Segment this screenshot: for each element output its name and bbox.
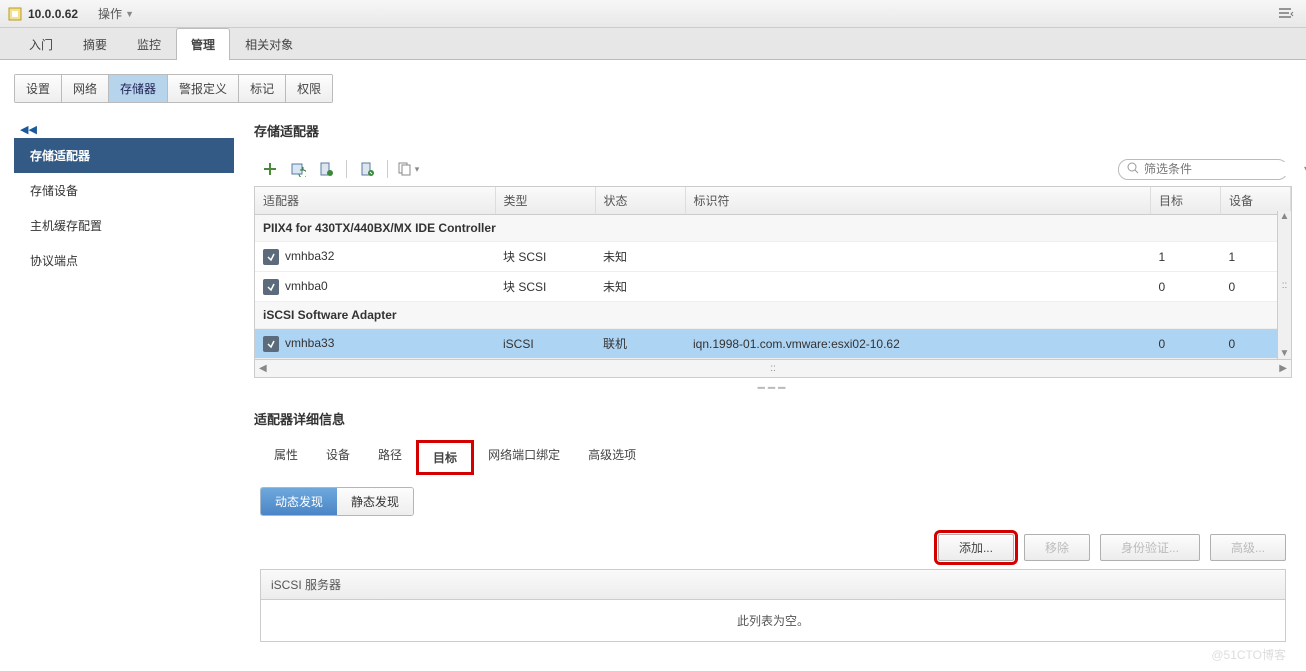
- adapters-title: 存储适配器: [254, 121, 1292, 140]
- copy-icon[interactable]: ▾: [396, 158, 420, 180]
- adapters-toolbar: ▾ ▾: [254, 152, 1292, 186]
- group-row: iSCSI Software Adapter: [255, 302, 1291, 329]
- col-iscsi-server[interactable]: iSCSI 服务器: [261, 570, 1285, 600]
- add-button[interactable]: 添加...: [938, 534, 1014, 561]
- table-row-selected[interactable]: vmhba33 iSCSI 联机 iqn.1998-01.com.vmware:…: [255, 329, 1291, 359]
- discovery-tabs: 动态发现 静态发现: [260, 487, 414, 516]
- host-icon: [8, 7, 22, 21]
- subtab-permissions[interactable]: 权限: [286, 75, 332, 102]
- host-ip: 10.0.0.62: [28, 7, 78, 21]
- actions-menu[interactable]: 操作 ▼: [98, 5, 134, 22]
- detail-tab-targets[interactable]: 目标: [416, 440, 474, 475]
- horizontal-scrollbar[interactable]: ◀::▶: [255, 359, 1291, 377]
- tab-manage[interactable]: 管理: [176, 28, 230, 60]
- refresh-icon[interactable]: [286, 158, 310, 180]
- col-type[interactable]: 类型: [495, 187, 595, 215]
- details-title: 适配器详细信息: [254, 409, 1292, 428]
- table-row[interactable]: vmhba32 块 SCSI 未知 1 1: [255, 242, 1291, 272]
- table-row[interactable]: vmhba0 块 SCSI 未知 0 0: [255, 272, 1291, 302]
- subtab-tags[interactable]: 标记: [239, 75, 286, 102]
- adapters-table: 适配器 类型 状态 标识符 目标 设备 PIIX4 for 430TX/440B…: [254, 186, 1292, 378]
- empty-message: 此列表为空。: [261, 600, 1285, 641]
- topbar-left: 10.0.0.62 操作 ▼: [8, 5, 134, 22]
- resize-handle[interactable]: ━━━: [254, 381, 1292, 395]
- adapter-icon: [263, 249, 279, 265]
- filter-box[interactable]: ▾: [1118, 159, 1288, 180]
- add-adapter-icon[interactable]: [258, 158, 282, 180]
- subtab-storage[interactable]: 存储器: [109, 75, 168, 102]
- remove-button[interactable]: 移除: [1024, 534, 1090, 561]
- group-row: PIIX4 for 430TX/440BX/MX IDE Controller: [255, 215, 1291, 242]
- table-header-row: 适配器 类型 状态 标识符 目标 设备: [255, 187, 1291, 215]
- pill-dynamic-discovery[interactable]: 动态发现: [261, 488, 337, 515]
- detail-tab-network-binding[interactable]: 网络端口绑定: [474, 440, 574, 475]
- top-bar: 10.0.0.62 操作 ▼: [0, 0, 1306, 28]
- auth-button[interactable]: 身份验证...: [1100, 534, 1200, 561]
- subtab-network[interactable]: 网络: [62, 75, 109, 102]
- tab-summary[interactable]: 摘要: [68, 28, 122, 60]
- adapter-icon: [263, 279, 279, 295]
- adapter-icon: [263, 336, 279, 352]
- tab-getting-started[interactable]: 入门: [14, 28, 68, 60]
- vertical-scrollbar[interactable]: ▲::▼: [1277, 211, 1291, 359]
- filter-input[interactable]: [1144, 162, 1299, 176]
- detail-tab-paths[interactable]: 路径: [364, 440, 416, 475]
- collapse-icon[interactable]: ◀◀: [14, 121, 234, 138]
- sidebar-item-devices[interactable]: 存储设备: [14, 173, 234, 208]
- sub-tabs: 设置 网络 存储器 警报定义 标记 权限: [14, 74, 333, 103]
- chevron-down-icon: ▾: [415, 164, 420, 175]
- col-targets[interactable]: 目标: [1151, 187, 1221, 215]
- col-identifier[interactable]: 标识符: [685, 187, 1151, 215]
- tab-monitor[interactable]: 监控: [122, 28, 176, 60]
- col-status[interactable]: 状态: [595, 187, 685, 215]
- search-icon: [1127, 162, 1139, 177]
- sidebar-item-host-cache[interactable]: 主机缓存配置: [14, 208, 234, 243]
- detail-tab-properties[interactable]: 属性: [260, 440, 312, 475]
- detail-tab-devices[interactable]: 设备: [312, 440, 364, 475]
- main-column: 存储适配器 ▾ ▾: [254, 121, 1292, 642]
- iscsi-server-table: iSCSI 服务器 此列表为空。: [260, 569, 1286, 642]
- content-area: 设置 网络 存储器 警报定义 标记 权限 ◀◀ 存储适配器 存储设备 主机缓存配…: [0, 60, 1306, 656]
- rescan-icon[interactable]: [314, 158, 338, 180]
- advanced-button[interactable]: 高级...: [1210, 534, 1286, 561]
- tab-related[interactable]: 相关对象: [230, 28, 308, 60]
- toolbar-separator: [387, 160, 388, 178]
- pill-static-discovery[interactable]: 静态发现: [337, 488, 413, 515]
- button-row: 添加... 移除 身份验证... 高级...: [260, 534, 1286, 561]
- rescan-all-icon[interactable]: [355, 158, 379, 180]
- main-tabs: 入门 摘要 监控 管理 相关对象: [0, 28, 1306, 60]
- detail-tab-advanced[interactable]: 高级选项: [574, 440, 650, 475]
- scroll-left-icon[interactable]: ◀: [259, 363, 267, 374]
- actions-label: 操作: [98, 5, 122, 22]
- panel-menu-icon[interactable]: [1276, 4, 1298, 24]
- toolbar-separator: [346, 160, 347, 178]
- sidebar-item-adapters[interactable]: 存储适配器: [14, 138, 234, 173]
- scroll-right-icon[interactable]: ▶: [1279, 363, 1287, 374]
- chevron-down-icon: ▼: [125, 9, 134, 19]
- sidebar-item-protocol-endpoints[interactable]: 协议端点: [14, 243, 234, 278]
- detail-tabs: 属性 设备 路径 目标 网络端口绑定 高级选项: [260, 440, 1292, 475]
- col-adapter[interactable]: 适配器: [255, 187, 495, 215]
- sidebar: ◀◀ 存储适配器 存储设备 主机缓存配置 协议端点: [14, 121, 234, 642]
- subtab-alarms[interactable]: 警报定义: [168, 75, 239, 102]
- subtab-settings[interactable]: 设置: [15, 75, 62, 102]
